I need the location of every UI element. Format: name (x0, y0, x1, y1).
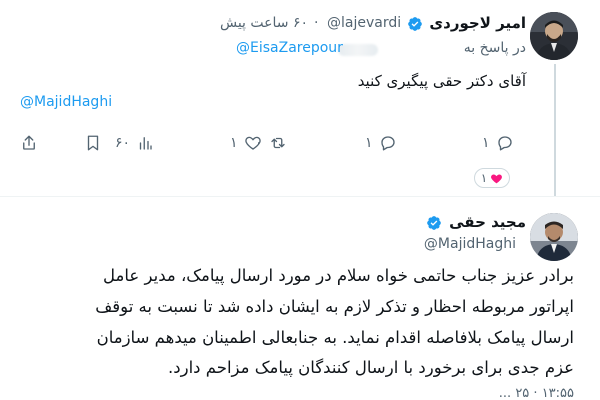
thread-connector-line (554, 64, 556, 196)
tweet-timestamp[interactable]: ۱۳:۵۵ · ۲۵ ... (499, 386, 574, 400)
views-button[interactable]: ۶۰ (115, 134, 154, 152)
tweet-text-line-1: برادر عزیز جناب حاتمی خواه سلام در مورد … (103, 266, 574, 285)
tweet-text: آقای دکتر حقی پیگیری کنید (357, 72, 526, 90)
reply-count-secondary: ۱ (482, 135, 490, 151)
like-count: ۱ (230, 135, 238, 151)
reply-to-label: در پاسخ به (463, 40, 526, 56)
author-name[interactable]: امیر لاجوردی (429, 14, 526, 32)
author-handle[interactable]: @lajevardi (327, 15, 401, 31)
retweet-icon (270, 137, 285, 149)
reply-to-mention[interactable]: @EisaZarepour (236, 40, 343, 56)
tweet-text-line-2: اپراتور مربوطه احظار و تذکر لازم به ایشا… (95, 297, 574, 316)
views-count: ۶۰ (115, 135, 131, 151)
comment-icon (380, 136, 395, 151)
tweet-text-line-3: ارسال پیامک بلافاصله اقدام نماید. به جنا… (96, 328, 574, 347)
share-icon (23, 135, 35, 150)
reply-count: ۱ (365, 135, 373, 151)
reply-button[interactable]: ۱ (365, 134, 397, 152)
author-name-2[interactable]: مجید حقی (449, 213, 526, 231)
bookmark-icon (87, 135, 99, 151)
reply-button-secondary[interactable]: ۱ (482, 134, 514, 152)
blurred-mention (338, 44, 378, 56)
views-chart-icon (139, 137, 152, 150)
author-handle-2[interactable]: @MajidHaghi (424, 236, 516, 252)
heart-filled-icon (491, 173, 503, 183)
retweet-count: ۰ (255, 135, 263, 151)
separator-dot: · (314, 15, 319, 31)
comment-icon (497, 136, 512, 151)
share-button[interactable] (20, 134, 38, 152)
retweet-button[interactable]: ۰ (255, 134, 287, 152)
avatar-majidhaghi[interactable] (530, 213, 578, 261)
reaction-count: ۱ (480, 171, 488, 185)
tweet-link-mention[interactable]: @MajidHaghi (20, 94, 112, 110)
verified-badge-icon (427, 216, 441, 230)
avatar-lajevardi[interactable] (530, 12, 578, 60)
bookmark-button[interactable] (84, 134, 102, 152)
verified-badge-icon (408, 17, 422, 31)
tweet-card-lajevardi[interactable]: امیر لاجوردی @lajevardi · ۶۰ ساعت پیش در… (0, 0, 600, 196)
tweet-text-line-4: عزم جدی برای برخورد با ارسال کنندگان پیا… (168, 358, 574, 377)
tweet-time[interactable]: ۶۰ ساعت پیش (220, 15, 308, 31)
reaction-heart-pill[interactable]: ۱ (474, 168, 510, 188)
